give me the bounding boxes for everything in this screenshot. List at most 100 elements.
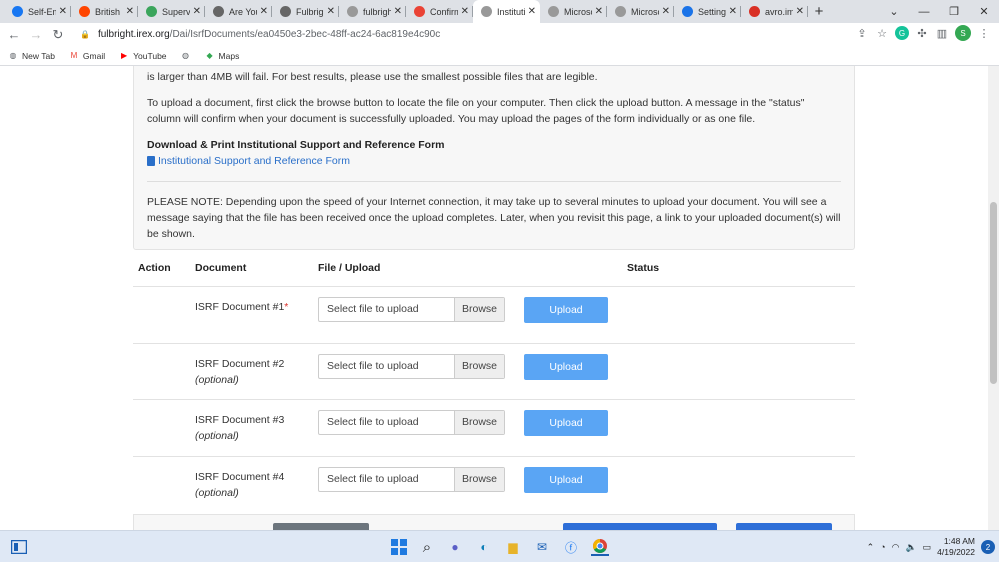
clock[interactable]: 1:48 AM 4/19/2022 — [937, 536, 975, 558]
tab-4[interactable]: Fulbrigh✕ — [272, 0, 339, 23]
instructions-panel: is larger than 4MB will fail. For best r… — [133, 66, 855, 250]
download-link-text[interactable]: Institutional Support and Reference Form — [158, 153, 350, 169]
file-input-placeholder[interactable]: Select file to upload — [319, 355, 454, 378]
bookmark-1[interactable]: M Gmail — [69, 51, 106, 61]
page-scrollbar[interactable] — [988, 66, 999, 530]
tab-11[interactable]: avro.im ✕ — [741, 0, 808, 23]
next-button[interactable] — [736, 523, 832, 530]
back-button[interactable]: ← — [3, 24, 25, 46]
minimize-button[interactable]: — — [909, 0, 939, 23]
address-bar[interactable]: 🔒 fulbright.irex.org/Dai/IsrfDocuments/e… — [80, 25, 890, 44]
primary-action-button[interactable] — [563, 523, 717, 530]
tab-1[interactable]: British ✕ — [71, 0, 138, 23]
close-tab-icon[interactable]: ✕ — [59, 6, 67, 17]
bookmark-0[interactable]: ◍ New Tab — [8, 51, 55, 61]
tab-2[interactable]: Superv ✕ — [138, 0, 205, 23]
browse-button[interactable]: Browse — [454, 467, 504, 491]
profile-avatar[interactable]: S — [955, 25, 971, 41]
close-tab-icon[interactable]: ✕ — [729, 6, 737, 17]
file-input-placeholder[interactable]: Select file to upload — [319, 468, 454, 491]
tab-9[interactable]: Microsc✕ — [607, 0, 674, 23]
grammarly-icon[interactable]: G — [895, 26, 909, 40]
browse-button[interactable]: Browse — [454, 298, 504, 321]
document-name: ISRF Document #3 (optional) — [195, 412, 284, 444]
teams-chat-icon[interactable]: ● — [446, 538, 464, 556]
table-row: ISRF Document #1* Select file to upload Br… — [133, 286, 855, 343]
reddit-icon — [79, 6, 90, 17]
close-tab-icon[interactable]: ✕ — [126, 6, 134, 17]
file-input[interactable]: Select file to upload Browse — [318, 410, 505, 435]
close-tab-icon[interactable]: ✕ — [193, 6, 201, 17]
file-input-placeholder[interactable]: Select file to upload — [319, 298, 454, 321]
start-icon[interactable] — [390, 538, 408, 556]
maps-icon: ◆ — [206, 51, 213, 60]
notification-badge[interactable]: 2 — [981, 540, 995, 554]
form-footer — [133, 514, 855, 530]
tab-title: Are You — [229, 6, 257, 17]
close-tab-icon[interactable]: ✕ — [528, 6, 536, 17]
bookmark-label: Maps — [218, 50, 240, 61]
tab-title: Superv — [162, 6, 190, 17]
bookmark-4[interactable]: ◆ Maps — [205, 50, 240, 61]
table-row: ISRF Document #3 (optional) Select file to… — [133, 399, 855, 456]
bookmark-3[interactable]: ◍ — [181, 51, 191, 61]
upload-button[interactable]: Upload — [524, 410, 608, 436]
upload-button[interactable]: Upload — [524, 297, 608, 323]
document-name: ISRF Document #2 (optional) — [195, 356, 284, 388]
bookmark-star-icon[interactable]: ☆ — [875, 26, 889, 40]
browse-button[interactable]: Browse — [454, 411, 504, 434]
reload-button[interactable]: ↻ — [47, 24, 69, 46]
tab-3[interactable]: Are You✕ — [205, 0, 272, 23]
file-input[interactable]: Select file to upload Browse — [318, 466, 505, 492]
close-tab-icon[interactable]: ✕ — [394, 6, 402, 17]
scrollbar-thumb[interactable] — [990, 202, 997, 384]
restore-button[interactable]: ❐ — [939, 0, 969, 23]
forward-button[interactable]: → — [25, 24, 47, 46]
file-input[interactable]: Select file to upload Browse — [318, 353, 505, 379]
tab-8[interactable]: Microsc✕ — [540, 0, 607, 23]
close-window-button[interactable]: ✕ — [969, 0, 999, 23]
edge-icon[interactable]: ◐ — [475, 538, 493, 556]
chrome-icon[interactable] — [591, 538, 609, 556]
mail-icon[interactable]: ✉ — [533, 538, 551, 556]
battery-icon[interactable]: ▭ — [923, 542, 932, 553]
chevron-up-icon[interactable]: ⌃ — [867, 542, 875, 553]
download-form-link[interactable]: Institutional Support and Reference Form — [147, 153, 841, 169]
browser-toolbar: ← → ↻ 🔒 fulbright.irex.org/Dai/IsrfDocum… — [0, 23, 999, 46]
share-icon[interactable]: ⇪ — [855, 26, 869, 40]
file-input-placeholder[interactable]: Select file to upload — [319, 411, 454, 434]
new-tab-button[interactable]: + — [808, 0, 830, 23]
document-name: ISRF Document #4 (optional) — [195, 469, 284, 501]
tab-strip: Self-Em✕British✕Superv✕Are You✕Fulbrigh✕… — [0, 0, 999, 23]
menu-icon[interactable]: ⋮ — [977, 26, 991, 40]
upload-button[interactable]: Upload — [524, 353, 608, 380]
browse-button[interactable]: Browse — [454, 354, 504, 378]
document-title: ISRF Document #2 — [195, 357, 285, 370]
bookmark-2[interactable]: ▶ YouTube — [119, 51, 166, 61]
tab-7[interactable]: Institutio✕ — [473, 0, 540, 23]
back-nav-button[interactable] — [273, 523, 369, 530]
close-tab-icon[interactable]: ✕ — [260, 6, 268, 17]
close-tab-icon[interactable]: ✕ — [461, 6, 469, 17]
close-tab-icon[interactable]: ✕ — [595, 6, 603, 17]
close-tab-icon[interactable]: ✕ — [796, 6, 804, 17]
facebook-icon[interactable]: ⓕ — [562, 538, 580, 556]
side-panel-icon[interactable]: ▥ — [935, 26, 949, 40]
tab-6[interactable]: Confirm✕ — [406, 0, 473, 23]
tab-0[interactable]: Self-Em✕ — [4, 0, 71, 23]
file-input[interactable]: Select file to upload Browse — [318, 297, 505, 322]
network-icon[interactable]: ◔ — [880, 542, 885, 552]
search-icon[interactable]: ⌕ — [418, 538, 436, 556]
tab-10[interactable]: Setting ✕ — [674, 0, 741, 23]
file-explorer-icon[interactable]: ▆ — [504, 538, 522, 556]
tab-search-icon[interactable]: ⌄ — [879, 0, 909, 23]
wifi-icon[interactable]: ◠ — [892, 542, 900, 553]
widgets-icon[interactable] — [10, 538, 28, 556]
close-tab-icon[interactable]: ✕ — [327, 6, 335, 17]
close-tab-icon[interactable]: ✕ — [662, 6, 670, 17]
tab-title: British — [95, 6, 121, 17]
extensions-icon[interactable]: ✣ — [915, 26, 929, 40]
volume-icon[interactable]: 🔈 — [905, 542, 916, 553]
upload-button[interactable]: Upload — [524, 466, 608, 493]
tab-5[interactable]: fulbrigh ✕ — [339, 0, 406, 23]
